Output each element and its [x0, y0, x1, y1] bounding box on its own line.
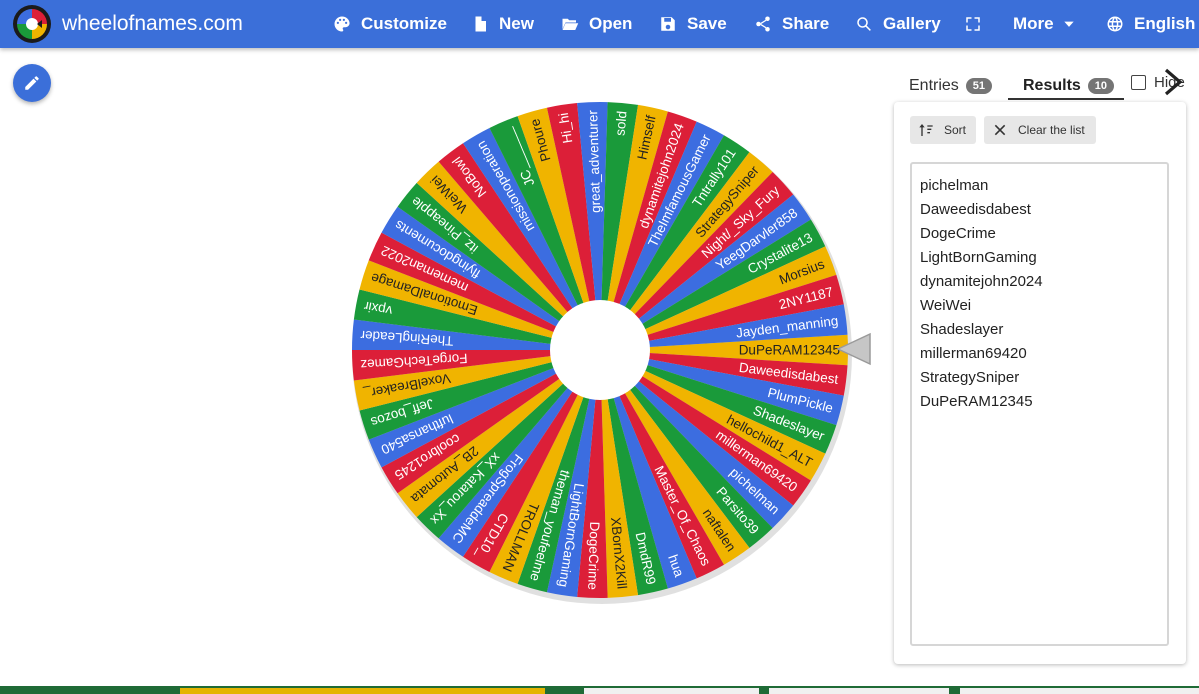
tab-results[interactable]: Results 10 — [1023, 72, 1115, 100]
site-logo-icon[interactable] — [13, 5, 51, 43]
sort-icon — [919, 124, 933, 136]
chevron-right-icon[interactable] — [1160, 67, 1186, 97]
results-panel: Sort Clear the list pichelman Daweedisda… — [894, 102, 1186, 664]
clear-list-label: Clear the list — [1018, 123, 1085, 137]
save-icon — [661, 17, 675, 31]
file-icon — [475, 16, 486, 32]
wheel-svg[interactable]: DuPeRAM12345DaweedisdabestPlumPickleShad… — [340, 90, 860, 610]
sort-button[interactable]: Sort — [910, 116, 976, 144]
hide-checkbox-box[interactable] — [1131, 75, 1146, 90]
wheel-entry-label: DuPeRAM12345 — [739, 343, 840, 358]
entries-count-badge: 51 — [965, 78, 993, 94]
new-label: New — [499, 14, 534, 33]
bottom-strip-light — [960, 688, 1199, 694]
wheel-entry-label: DogeCrime — [585, 521, 602, 590]
results-tab-label: Results — [1023, 77, 1081, 94]
bottom-strip-light — [584, 688, 759, 694]
sort-label: Sort — [944, 123, 967, 137]
result-item: Daweedisdabest — [920, 201, 1031, 218]
save-button[interactable]: Save — [659, 0, 727, 48]
active-tab-indicator — [1008, 98, 1124, 100]
wheel-entry-label: sold — [612, 110, 629, 136]
wheel-pointer-icon — [836, 332, 871, 366]
result-item: dynamitejohn2024 — [920, 273, 1043, 290]
share-button[interactable]: Share — [754, 0, 829, 48]
open-button[interactable]: Open — [561, 0, 632, 48]
pencil-icon — [25, 76, 39, 90]
search-icon — [857, 17, 871, 31]
gallery-label: Gallery — [883, 14, 941, 33]
language-label: English — [1134, 14, 1196, 33]
bottom-strip — [0, 686, 1199, 694]
bottom-strip-yellow — [180, 688, 545, 694]
share-label: Share — [782, 14, 830, 33]
result-item: StrategySniper — [920, 369, 1020, 386]
entries-tab-label: Entries — [909, 77, 959, 94]
palette-icon — [334, 16, 350, 32]
wheel-entry-label: great_adventurer — [585, 109, 603, 213]
gallery-button[interactable]: Gallery — [855, 0, 941, 48]
top-bar: wheelofnames.com Customize New Open Save… — [0, 0, 1199, 48]
close-icon — [994, 124, 1006, 136]
bottom-strip-light — [769, 688, 949, 694]
results-count-badge: 10 — [1087, 78, 1115, 94]
result-item: DuPeRAM12345 — [920, 393, 1033, 410]
customize-label: Customize — [361, 14, 447, 33]
language-select[interactable]: English — [1106, 0, 1195, 48]
result-item: Shadeslayer — [920, 321, 1004, 338]
more-label: More — [1013, 14, 1054, 33]
fullscreen-button[interactable] — [964, 0, 992, 48]
chevron-down-icon — [1063, 21, 1074, 27]
result-item: millerman69420 — [920, 345, 1027, 362]
edit-button[interactable] — [13, 64, 51, 102]
site-name[interactable]: wheelofnames.com — [62, 12, 243, 36]
globe-icon — [1107, 16, 1123, 32]
fullscreen-icon — [966, 17, 980, 31]
result-item: WeiWei — [920, 297, 972, 314]
result-item: pichelman — [920, 177, 989, 194]
share-icon — [756, 16, 770, 32]
save-label: Save — [687, 14, 727, 33]
wheel-center[interactable] — [550, 300, 650, 400]
tab-entries[interactable]: Entries 51 — [909, 72, 993, 100]
new-button[interactable]: New — [471, 0, 534, 48]
more-menu[interactable]: More — [1013, 0, 1076, 48]
folder-open-icon — [562, 18, 579, 30]
results-textarea[interactable]: pichelman Daweedisdabest DogeCrime Light… — [910, 162, 1169, 646]
wheel[interactable]: DuPeRAM12345 Daweedisdabest PlumPickle Shad… — [340, 90, 860, 610]
open-label: Open — [589, 14, 633, 33]
customize-button[interactable]: Customize — [333, 0, 447, 48]
clear-list-button[interactable]: Clear the list — [984, 116, 1096, 144]
result-item: LightBornGaming — [920, 249, 1037, 266]
result-item: DogeCrime — [920, 225, 996, 242]
